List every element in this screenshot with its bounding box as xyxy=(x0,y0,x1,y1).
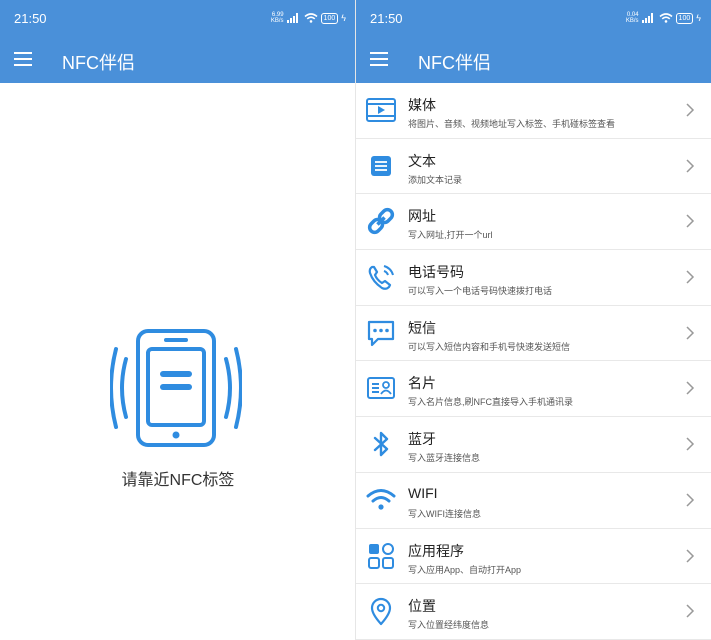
chevron-right-icon xyxy=(686,548,695,563)
chevron-right-icon xyxy=(686,214,695,228)
list-item-title: 网址 xyxy=(408,208,436,225)
chevron-right-icon xyxy=(686,103,695,117)
list-item-subtitle: 写入网址,打开一个url xyxy=(408,230,493,241)
status-bar: 21:50 6.99 KB/s 100 ϟ xyxy=(0,0,356,36)
phone-icon xyxy=(368,265,394,290)
media-icon xyxy=(366,98,396,122)
chevron-right-icon xyxy=(686,381,695,395)
list-item-title: 文本 xyxy=(408,152,436,169)
list-item-subtitle: 写入蓝牙连接信息 xyxy=(408,453,481,464)
list-item-title: WIFI xyxy=(408,484,438,501)
list-item-title: 短信 xyxy=(408,319,436,336)
list-item-subtitle: 可以写入一个电话号码快速拨打电话 xyxy=(408,286,553,297)
list-item-title: 媒体 xyxy=(408,97,436,113)
list-item-subtitle: 可以写入短信内容和手机号快速发送短信 xyxy=(408,341,571,352)
bluetooth-icon xyxy=(373,431,389,457)
network-speed: 0.04 KB/s xyxy=(626,12,639,24)
list-item-subtitle: 添加文本记录 xyxy=(408,174,463,185)
status-icons: 0.04 KB/s 100 ϟ xyxy=(626,12,701,24)
list-item-title: 应用程序 xyxy=(408,542,464,559)
list-item-subtitle: 写入WIFI连接信息 xyxy=(408,508,481,519)
list-item-location[interactable]: 位置 写入位置经纬度信息 xyxy=(356,584,711,640)
contact-card-icon xyxy=(367,377,395,400)
charging-icon: ϟ xyxy=(696,13,701,23)
list-item-wifi[interactable]: WIFI 写入WIFI连接信息 xyxy=(356,473,711,529)
menu-icon[interactable] xyxy=(14,52,32,66)
wifi-icon xyxy=(366,488,396,510)
chevron-right-icon xyxy=(686,270,695,284)
network-speed: 6.99 KB/s xyxy=(271,12,284,24)
scan-prompt-text: 请靠近NFC标签 xyxy=(121,472,235,489)
list-item-title: 电话号码 xyxy=(408,264,464,281)
network-speed-unit: KB/s xyxy=(625,18,639,24)
list-item-subtitle: 写入名片信息,刷NFC直接导入手机通讯录 xyxy=(408,397,573,408)
record-type-list: 媒体 将图片、音频、视频地址写入标签、手机碰标签查看 文本 添加文本记录 网址 … xyxy=(356,83,711,640)
location-icon xyxy=(370,598,392,626)
apps-icon xyxy=(368,542,394,569)
app-title: NFC伴侣 xyxy=(418,53,491,73)
list-item-subtitle: 将图片、音频、视频地址写入标签、手机碰标签查看 xyxy=(408,119,616,129)
status-icons: 6.99 KB/s 100 ϟ xyxy=(271,12,346,24)
nfc-phone-icon xyxy=(110,329,242,447)
write-menu-screen: 21:50 0.04 KB/s 100 ϟ NFC伴侣 媒体 将图片、音频、视频… xyxy=(356,0,711,640)
chevron-right-icon xyxy=(686,604,695,618)
app-toolbar: NFC伴侣 xyxy=(356,36,711,83)
list-item-title: 蓝牙 xyxy=(408,431,436,448)
list-item-contact-card[interactable]: 名片 写入名片信息,刷NFC直接导入手机通讯录 xyxy=(356,361,711,418)
status-time: 21:50 xyxy=(370,11,403,26)
menu-icon[interactable] xyxy=(370,52,388,66)
list-item-url[interactable]: 网址 写入网址,打开一个url xyxy=(356,194,711,251)
list-item-apps[interactable]: 应用程序 写入应用App、自动打开App xyxy=(356,529,711,585)
chevron-right-icon xyxy=(686,326,695,340)
list-item-text[interactable]: 文本 添加文本记录 xyxy=(356,139,711,195)
chevron-right-icon xyxy=(686,159,695,173)
list-item-media[interactable]: 媒体 将图片、音频、视频地址写入标签、手机碰标签查看 xyxy=(356,83,711,139)
battery-icon: 100 xyxy=(675,12,694,24)
link-icon xyxy=(367,208,395,235)
battery-icon: 100 xyxy=(320,12,339,24)
list-item-title: 位置 xyxy=(408,598,436,615)
app-toolbar: NFC伴侣 xyxy=(0,36,356,83)
list-item-phone[interactable]: 电话号码 可以写入一个电话号码快速拨打电话 xyxy=(356,250,711,306)
list-item-subtitle: 写入位置经纬度信息 xyxy=(408,620,490,631)
scan-prompt-area xyxy=(0,83,356,640)
list-item-title: 名片 xyxy=(408,375,436,392)
chevron-right-icon xyxy=(686,493,695,507)
app-title: NFC伴侣 xyxy=(62,53,135,73)
network-speed-unit: KB/s xyxy=(270,18,284,24)
signal-icon xyxy=(641,13,653,23)
status-time: 21:50 xyxy=(14,11,47,26)
text-icon xyxy=(371,155,391,176)
chevron-right-icon xyxy=(686,437,695,451)
nfc-scan-screen: 21:50 6.99 KB/s 100 ϟ NFC伴侣 请靠近NFC标签 xyxy=(0,0,356,640)
sms-icon xyxy=(367,320,395,346)
list-item-bluetooth[interactable]: 蓝牙 写入蓝牙连接信息 xyxy=(356,417,711,473)
list-item-sms[interactable]: 短信 可以写入短信内容和手机号快速发送短信 xyxy=(356,306,711,362)
wifi-status-icon xyxy=(304,13,318,23)
list-item-subtitle: 写入应用App、自动打开App xyxy=(408,564,522,575)
status-bar: 21:50 0.04 KB/s 100 ϟ xyxy=(356,0,711,36)
charging-icon: ϟ xyxy=(341,13,346,23)
wifi-status-icon xyxy=(659,13,673,23)
signal-icon xyxy=(286,13,298,23)
